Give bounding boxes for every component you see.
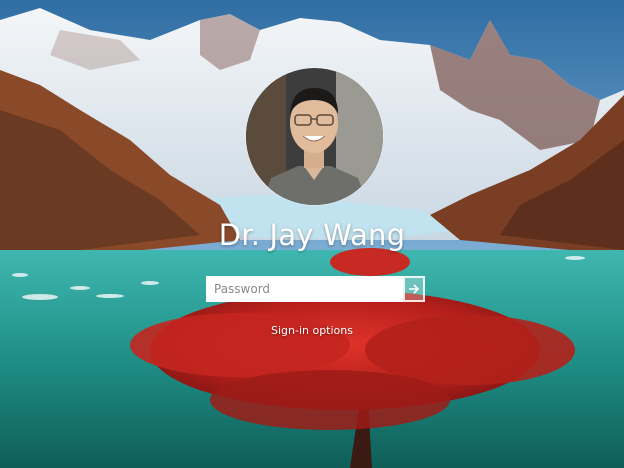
user-avatar: [246, 68, 383, 205]
password-input[interactable]: [206, 276, 403, 302]
submit-button[interactable]: [403, 276, 425, 302]
password-row: [206, 276, 425, 302]
arrow-right-icon: [409, 284, 420, 294]
sign-in-options-link[interactable]: Sign-in options: [0, 324, 624, 337]
user-name: Dr. Jay Wang: [218, 218, 406, 252]
